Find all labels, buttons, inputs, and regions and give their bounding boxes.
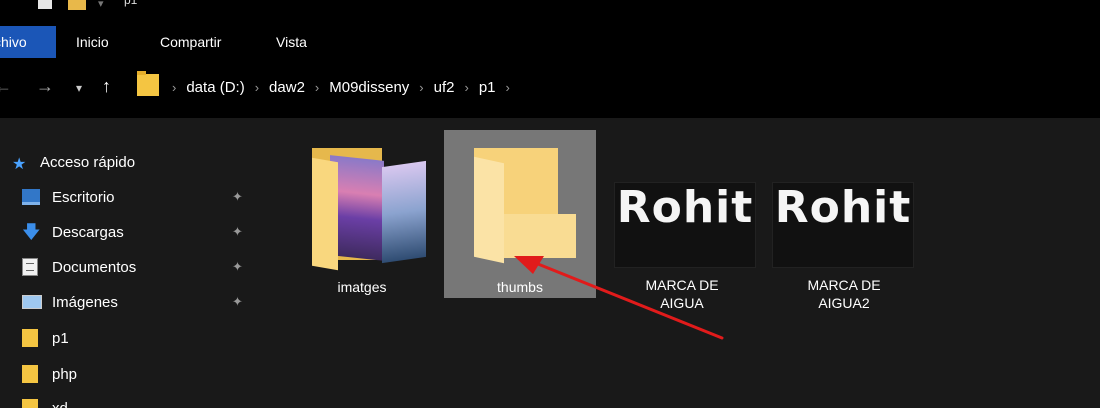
file-name: imatges xyxy=(337,279,387,295)
arrow-left-icon[interactable]: ← xyxy=(0,76,12,97)
sidebar-item-xd[interactable]: xd xyxy=(0,394,258,408)
breadcrumb-item-uf2[interactable]: uf2 xyxy=(434,79,455,96)
customize-toolbar-icon[interactable]: ▾ xyxy=(98,0,104,11)
pin-icon[interactable]: ✦ xyxy=(232,294,243,310)
file-item-marca-de-aigua2[interactable]: Rohit MARCA DE AIGUA2 xyxy=(768,130,920,320)
sidebar-item-p1[interactable]: p1 xyxy=(0,324,258,352)
arrow-right-icon[interactable]: → xyxy=(36,76,54,97)
file-name-line2: AIGUA xyxy=(660,295,704,311)
sidebar-item-label: Documentos xyxy=(52,258,137,276)
tab-inicio[interactable]: Inicio xyxy=(76,26,109,58)
folder-icon xyxy=(470,146,576,264)
folder-icon xyxy=(137,71,159,96)
tab-vista[interactable]: Vista xyxy=(276,26,307,58)
navigation-pane: ★ Acceso rápido Escritorio ✦ 🡇 Descargas… xyxy=(0,118,258,408)
sidebar-item-quick-access[interactable]: ★ Acceso rápido xyxy=(0,148,258,176)
sidebar-item-imagenes[interactable]: Imágenes ✦ xyxy=(0,288,258,316)
sidebar-item-php[interactable]: php xyxy=(0,360,258,388)
sidebar-item-label: Escritorio xyxy=(52,188,115,206)
file-name-line2: AIGUA2 xyxy=(818,295,870,311)
ribbon-tabs: chivo Inicio Compartir Vista xyxy=(0,26,1100,58)
breadcrumb[interactable]: › data (D:) › daw2 › M09disseny › uf2 › … xyxy=(172,75,520,99)
file-item-marca-de-aigua[interactable]: Rohit MARCA DE AIGUA xyxy=(606,130,758,320)
watermark-preview: Rohit xyxy=(616,182,754,233)
sidebar-item-descargas[interactable]: 🡇 Descargas ✦ xyxy=(0,218,258,246)
file-item-imatges[interactable]: imatges xyxy=(286,130,438,300)
file-name-line1: MARCA DE xyxy=(807,277,881,293)
sidebar-item-label: Acceso rápido xyxy=(40,153,136,171)
image-thumbnail: Rohit xyxy=(614,182,756,268)
file-name-line1: MARCA DE xyxy=(645,277,719,293)
sidebar-item-label: xd xyxy=(52,399,68,408)
breadcrumb-item-m09disseny[interactable]: M09disseny xyxy=(329,79,409,96)
file-name: thumbs xyxy=(497,279,543,295)
file-item-thumbs[interactable]: thumbs xyxy=(444,130,596,298)
sidebar-item-label: Imágenes xyxy=(52,293,118,311)
sidebar-item-escritorio[interactable]: Escritorio ✦ xyxy=(0,183,258,211)
window-title: p1 xyxy=(124,0,138,7)
folder-icon xyxy=(22,399,38,408)
chevron-right-icon[interactable]: › xyxy=(315,80,319,95)
star-icon: ★ xyxy=(12,156,27,173)
image-thumbnail: Rohit xyxy=(772,182,914,268)
sidebar-item-label: p1 xyxy=(52,329,69,347)
properties-icon[interactable] xyxy=(38,0,52,9)
chevron-right-icon[interactable]: › xyxy=(419,80,423,95)
chevron-right-icon[interactable]: › xyxy=(506,80,510,95)
pictures-icon xyxy=(22,295,42,309)
chevron-down-icon[interactable]: ▾ xyxy=(76,81,82,95)
arrow-up-icon[interactable]: ↑ xyxy=(102,76,111,97)
chevron-right-icon[interactable]: › xyxy=(172,80,176,95)
new-folder-icon[interactable] xyxy=(68,0,86,10)
chevron-right-icon[interactable]: › xyxy=(465,80,469,95)
desktop-icon xyxy=(22,189,40,205)
breadcrumb-item-data[interactable]: data (D:) xyxy=(186,79,244,96)
tab-compartir[interactable]: Compartir xyxy=(160,26,221,58)
watermark-preview: Rohit xyxy=(774,182,912,233)
breadcrumb-item-p1[interactable]: p1 xyxy=(479,79,496,96)
pin-icon[interactable]: ✦ xyxy=(232,259,243,275)
address-row: ← → ▾ ↑ › data (D:) › daw2 › M09disseny … xyxy=(0,58,1100,118)
file-explorer-window: ▾ p1 chivo Inicio Compartir Vista ← → ▾ … xyxy=(0,0,1100,408)
document-icon xyxy=(22,258,38,276)
title-bar: ▾ p1 xyxy=(0,0,1100,26)
download-icon: 🡇 xyxy=(22,222,41,242)
sidebar-item-label: php xyxy=(52,365,78,383)
folder-icon xyxy=(22,329,38,347)
sidebar-item-documentos[interactable]: Documentos ✦ xyxy=(0,253,258,281)
folder-icon xyxy=(312,148,426,271)
breadcrumb-item-daw2[interactable]: daw2 xyxy=(269,79,305,96)
pin-icon[interactable]: ✦ xyxy=(232,189,243,205)
sidebar-item-label: Descargas xyxy=(52,223,124,241)
folder-icon xyxy=(22,365,38,383)
pin-icon[interactable]: ✦ xyxy=(232,224,243,240)
file-list: imatges thumbs Rohit MARCA DE AIGUA Rohi… xyxy=(258,118,1100,408)
chevron-right-icon[interactable]: › xyxy=(255,80,259,95)
tab-archivo[interactable]: chivo xyxy=(0,26,56,58)
